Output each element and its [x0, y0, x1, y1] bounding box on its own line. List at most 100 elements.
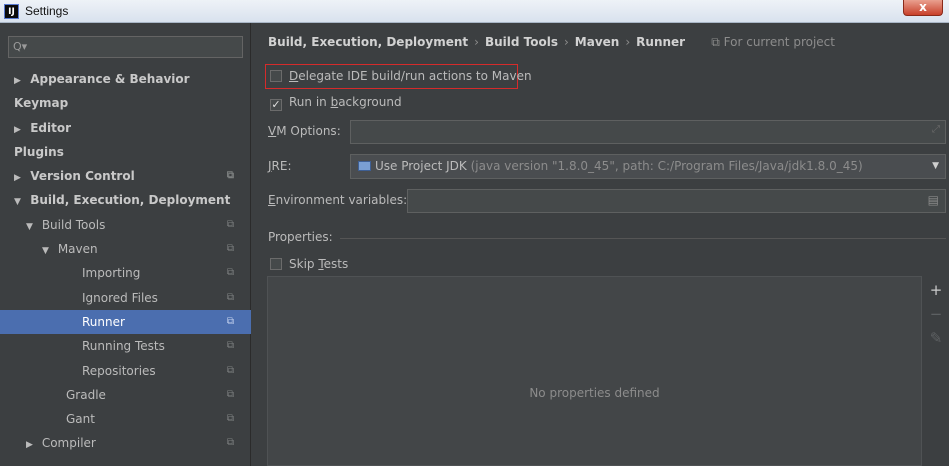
checkbox-box[interactable]: ✓ — [270, 99, 282, 111]
properties-toolbar: + − ✎ — [923, 276, 949, 466]
sidebar-item-runner[interactable]: Runner ⧉ — [0, 309, 251, 335]
sidebar-item-label: Appearance & Behavior — [30, 72, 190, 86]
sidebar-item-label: Gradle — [66, 387, 106, 402]
breadcrumb-part: Runner — [636, 35, 686, 49]
sidebar-item-build-tools[interactable]: ▼ Build Tools ⧉ — [0, 213, 251, 237]
properties-table[interactable]: No properties defined — [267, 276, 922, 466]
project-level-icon: ⧉ — [226, 364, 234, 376]
breadcrumb-separator: › — [625, 35, 631, 49]
browse-icon[interactable]: ▤ — [928, 193, 939, 207]
project-level-icon: ⧉ — [226, 388, 234, 400]
jre-selected-value: Use Project JDK — [375, 159, 467, 173]
project-level-icon: ⧉ — [226, 218, 234, 230]
vm-options-field[interactable]: ⤢ — [350, 120, 946, 144]
collapsed-arrow-icon[interactable]: ▶ — [14, 69, 26, 93]
mnemonic: E — [268, 193, 276, 207]
sidebar-item-version-control[interactable]: ▶ Version Control ⧉ — [0, 164, 251, 188]
sidebar-item-running-tests[interactable]: Running Tests ⧉ — [0, 334, 251, 358]
breadcrumb-separator: › — [474, 35, 479, 49]
sidebar-item-label: Maven — [57, 242, 98, 257]
sidebar-item-importing[interactable]: Importing ⧉ — [0, 261, 251, 285]
search-icon: Q▾ — [13, 40, 28, 53]
edit-property-button[interactable]: ✎ — [923, 326, 949, 350]
collapsed-arrow-icon[interactable]: ▶ — [14, 166, 26, 190]
sidebar-item-label: Build, Execution, Deployment — [30, 193, 231, 208]
sidebar-item-label: Compiler — [41, 436, 96, 451]
runner-settings-panel: Build, Execution, Deployment › Build Tools… — [252, 23, 949, 466]
environment-variables-field[interactable]: ▤ — [407, 189, 946, 213]
sidebar-item-appearance-behavior[interactable]: ▶ Appearance & Behavior — [0, 67, 251, 91]
sidebar-item-ignored-files[interactable]: Ignored Files ⧉ — [0, 286, 251, 310]
sidebar-item-repositories[interactable]: Repositories ⧉ — [0, 359, 251, 383]
project-level-icon: ⧉ — [226, 437, 234, 449]
checkbox-box[interactable] — [270, 70, 282, 82]
jdk-folder-icon — [358, 161, 371, 171]
intellij-app-icon: IJ — [4, 4, 19, 19]
separator — [340, 238, 946, 239]
settings-search-input[interactable]: Q▾ — [8, 36, 243, 58]
skip-tests-label-pre: Skip — [289, 257, 319, 271]
sidebar-item-label: Runner — [82, 314, 125, 329]
sidebar-item-label: Ignored Files — [82, 290, 158, 305]
sidebar-item-compiler[interactable]: ▶ Compiler ⧉ — [0, 431, 251, 455]
expand-icon[interactable]: ⤢ — [932, 124, 940, 135]
project-level-icon: ⧉ — [226, 243, 234, 255]
empty-properties-text: No properties defined — [529, 386, 660, 400]
settings-sidebar: Q▾ ▶ Appearance & Behavior Keymap ▶ Editor… — [0, 23, 251, 466]
delegate-to-maven-checkbox[interactable]: Delegate IDE build/run actions to Maven — [270, 69, 532, 83]
sidebar-item-label: Repositories — [82, 363, 156, 378]
sidebar-item-label: Running Tests — [82, 339, 165, 354]
breadcrumb-part: Build Tools — [484, 35, 558, 49]
sidebar-item-gant[interactable]: Gant ⧉ — [0, 407, 251, 431]
sidebar-item-label: Gant — [66, 412, 95, 427]
jre-select[interactable]: Use Project JDK (java version "1.8.0_45"… — [350, 154, 946, 179]
expanded-arrow-icon[interactable]: ▼ — [42, 239, 54, 263]
collapsed-arrow-icon[interactable]: ▶ — [14, 118, 26, 142]
vm-options-label-text: M Options: — [276, 124, 341, 138]
jre-label: JRE: — [268, 159, 292, 173]
sidebar-item-maven[interactable]: ▼ Maven ⧉ — [0, 237, 251, 261]
title-bar: IJ Settings x — [0, 0, 949, 23]
breadcrumb-part: Build, Execution, Deployment — [268, 35, 469, 49]
checkbox-box[interactable] — [270, 258, 282, 270]
properties-label: Properties: — [268, 230, 333, 244]
breadcrumb-separator: › — [563, 35, 569, 49]
mnemonic: V — [268, 124, 277, 138]
sidebar-item-label: Plugins — [14, 144, 64, 159]
sidebar-item-label: Editor — [30, 120, 71, 135]
close-window-button[interactable]: x — [903, 0, 943, 16]
jre-detail: (java version "1.8.0_45", path: C:/Progr… — [470, 159, 863, 173]
sidebar-item-keymap[interactable]: Keymap — [0, 91, 251, 115]
sidebar-item-gradle[interactable]: Gradle ⧉ — [0, 383, 251, 407]
sidebar-item-label: Importing — [82, 266, 141, 281]
expanded-arrow-icon[interactable]: ▼ — [14, 190, 26, 214]
run-in-background-checkbox[interactable]: ✓ Run in background — [270, 95, 402, 111]
delegate-label: elegate IDE build/run actions to Maven — [298, 69, 532, 83]
env-label-text: nvironment variables: — [275, 193, 408, 207]
settings-tree: ▶ Appearance & Behavior Keymap ▶ Editor Plu… — [0, 67, 251, 456]
remove-property-button[interactable]: − — [923, 302, 949, 326]
add-property-button[interactable]: + — [923, 278, 949, 302]
expanded-arrow-icon[interactable]: ▼ — [26, 215, 38, 239]
skip-tests-label-post: ests — [323, 257, 349, 271]
project-level-icon: ⧉ — [226, 267, 234, 279]
project-level-icon: ⧉ — [226, 340, 234, 352]
jre-label-text: RE: — [271, 159, 292, 173]
collapsed-arrow-icon[interactable]: ▶ — [26, 433, 38, 457]
background-label-pre: Run in — [289, 95, 331, 109]
breadcrumb-part: Maven — [574, 35, 620, 49]
project-level-icon: ⧉ — [226, 170, 234, 182]
project-level-icon: ⧉ — [226, 315, 234, 327]
sidebar-item-label: Version Control — [30, 169, 135, 184]
skip-tests-checkbox[interactable]: Skip Tests — [270, 257, 348, 271]
project-level-icon: ⧉ — [226, 291, 234, 303]
project-level-icon: ⧉ — [226, 413, 234, 425]
sidebar-item-label: Build Tools — [41, 217, 106, 232]
sidebar-item-editor[interactable]: ▶ Editor — [0, 116, 251, 140]
sidebar-item-plugins[interactable]: Plugins — [0, 140, 251, 164]
mnemonic: D — [289, 69, 299, 83]
chevron-down-icon[interactable]: ▼ — [932, 155, 939, 178]
sidebar-item-build-execution-deployment[interactable]: ▼ Build, Execution, Deployment — [0, 188, 251, 212]
breadcrumb: Build, Execution, Deployment › Build Tools… — [268, 35, 835, 50]
vm-options-label: VM Options: — [268, 124, 341, 138]
